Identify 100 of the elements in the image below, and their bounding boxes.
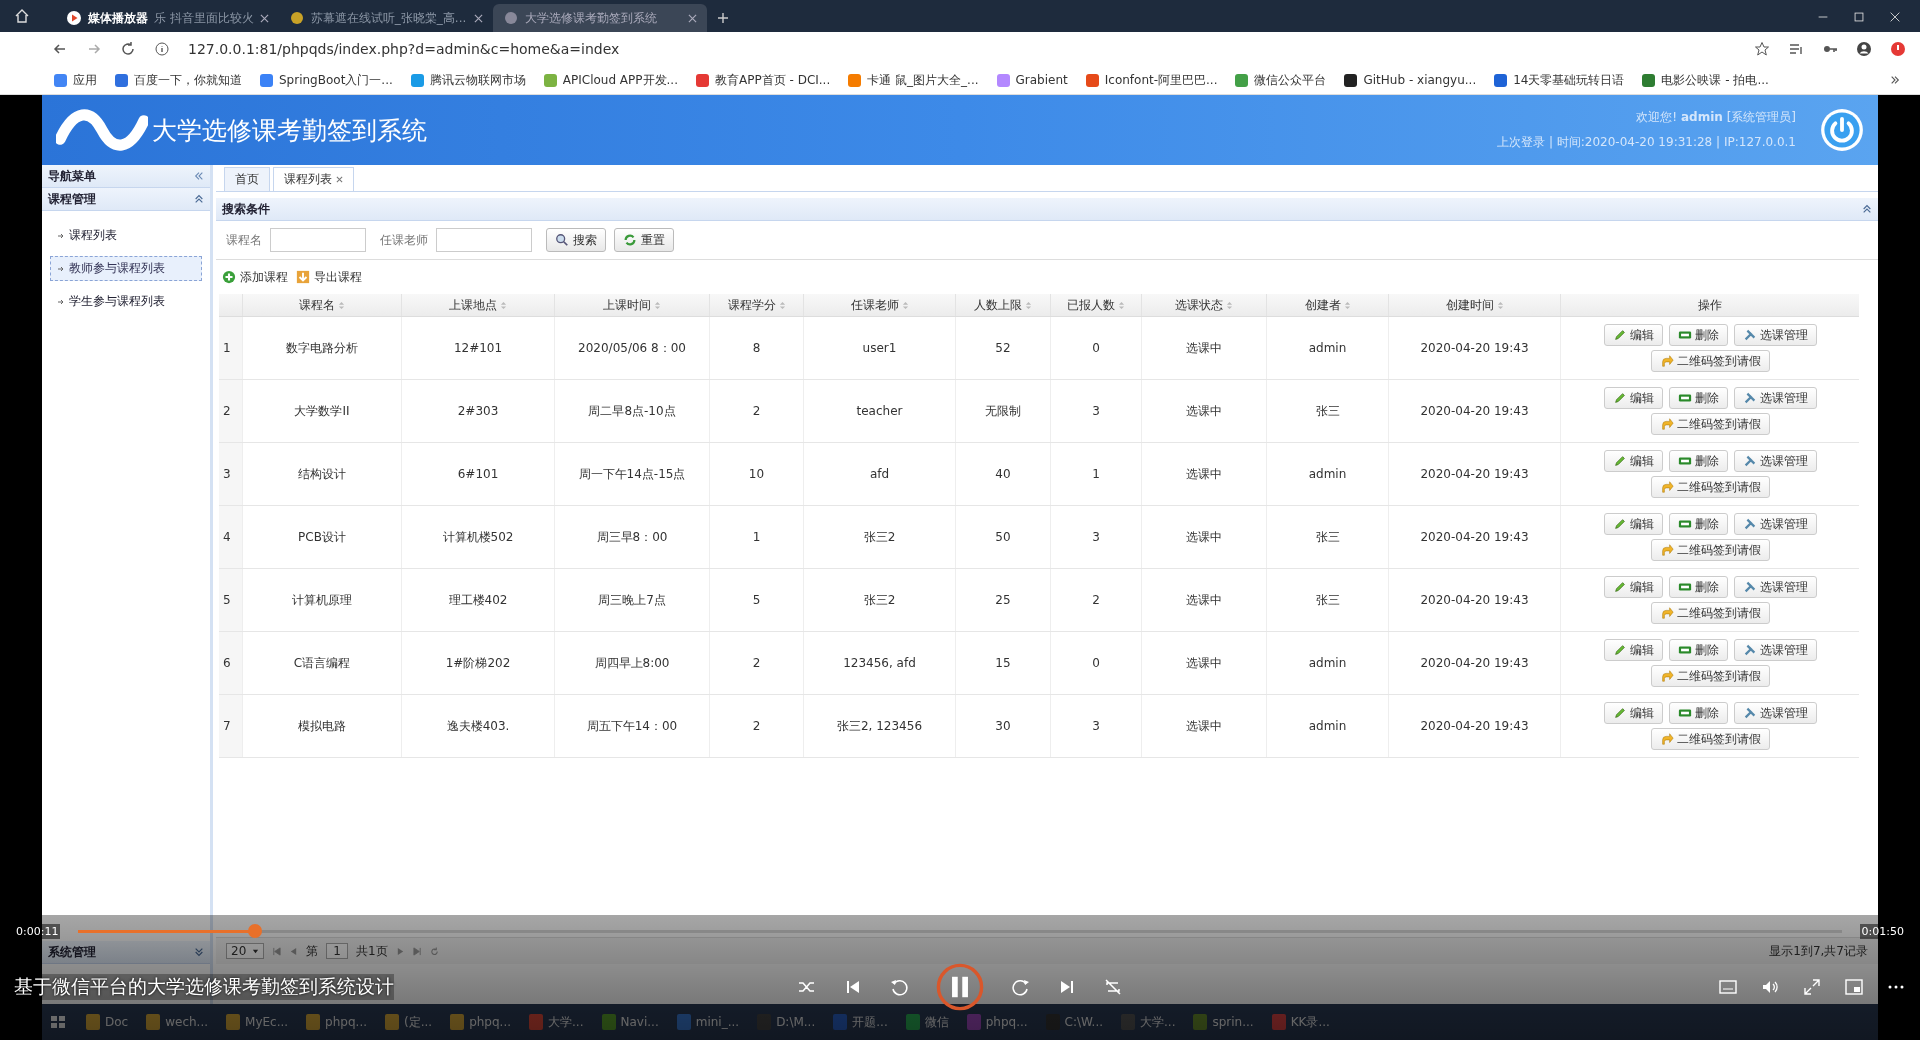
menu-item[interactable]: 课程列表: [50, 223, 202, 248]
column-header[interactable]: 上课地点: [401, 294, 554, 316]
prev-page-icon[interactable]: [289, 946, 299, 956]
mini-player-icon[interactable]: [1844, 976, 1864, 997]
column-header[interactable]: 选课状态: [1141, 294, 1266, 316]
repeat-off-icon[interactable]: [1103, 976, 1123, 997]
edit-button[interactable]: 编辑: [1603, 513, 1663, 535]
collapse-icon[interactable]: [194, 171, 204, 181]
expand-icon[interactable]: [194, 947, 204, 957]
delete-button[interactable]: 删除: [1668, 576, 1728, 598]
bookmark[interactable]: 教育APP首页 - DCI...: [696, 71, 831, 89]
last-page-icon[interactable]: [412, 946, 422, 956]
menu-group-header[interactable]: 系统管理: [42, 941, 210, 964]
more-icon[interactable]: [1890, 75, 1900, 85]
page-input[interactable]: 1: [326, 943, 348, 959]
collapse-icon[interactable]: [194, 194, 204, 204]
browser-tab[interactable]: 大学选修课考勤签到系统: [492, 4, 707, 32]
reload-icon[interactable]: [120, 41, 136, 57]
column-header[interactable]: 任课老师: [803, 294, 955, 316]
qr-signin-button[interactable]: 二维码签到请假: [1650, 476, 1770, 498]
fullscreen-icon[interactable]: [1802, 976, 1822, 997]
bookmark[interactable]: Iconfont-阿里巴巴...: [1085, 71, 1218, 89]
power-icon[interactable]: [1820, 108, 1864, 152]
manage-button[interactable]: 选课管理: [1733, 702, 1817, 724]
maximize-icon[interactable]: [1852, 10, 1866, 24]
bookmark[interactable]: Grabient: [996, 73, 1068, 87]
qr-signin-button[interactable]: 二维码签到请假: [1650, 413, 1770, 435]
pause-icon[interactable]: [935, 961, 985, 1012]
bookmark[interactable]: 电影公映课 - 拍电...: [1642, 71, 1769, 89]
column-header[interactable]: 已报人数: [1050, 294, 1141, 316]
bookmark[interactable]: 14天零基础玩转日语: [1494, 71, 1625, 89]
manage-button[interactable]: 选课管理: [1733, 450, 1817, 472]
edit-button[interactable]: 编辑: [1603, 702, 1663, 724]
bookmark[interactable]: 腾讯云物联网市场: [410, 71, 526, 89]
input-field[interactable]: [436, 228, 532, 252]
new-tab-icon[interactable]: [716, 12, 729, 24]
edit-button[interactable]: 编辑: [1603, 387, 1663, 409]
bookmark[interactable]: 百度一下，你就知道: [115, 71, 242, 89]
qr-signin-button[interactable]: 二维码签到请假: [1650, 602, 1770, 624]
page-size-select[interactable]: 20: [226, 943, 265, 959]
menu-item[interactable]: 教师参与课程列表: [50, 256, 202, 281]
reset-button[interactable]: 重置: [614, 228, 674, 252]
qr-signin-button[interactable]: 二维码签到请假: [1650, 350, 1770, 372]
input-field[interactable]: [270, 228, 366, 252]
search-button[interactable]: 搜索: [546, 228, 606, 252]
delete-button[interactable]: 删除: [1668, 324, 1728, 346]
delete-button[interactable]: 删除: [1668, 387, 1728, 409]
tab[interactable]: 课程列表: [273, 167, 354, 191]
column-header[interactable]: 上课时间: [554, 294, 709, 316]
manage-button[interactable]: 选课管理: [1733, 513, 1817, 535]
delete-button[interactable]: 删除: [1668, 702, 1728, 724]
bookmark[interactable]: GitHub - xiangyu...: [1344, 73, 1477, 87]
delete-button[interactable]: 删除: [1668, 450, 1728, 472]
close-icon[interactable]: [1888, 10, 1902, 24]
column-header[interactable]: 创建时间: [1388, 294, 1560, 316]
menu-group-header[interactable]: 课程管理: [42, 188, 210, 211]
manage-button[interactable]: 选课管理: [1733, 387, 1817, 409]
column-header[interactable]: 课程名: [242, 294, 401, 316]
close-icon[interactable]: [259, 13, 269, 23]
browser-tab[interactable]: 苏幕遮在线试听_张晓棠_高...: [278, 4, 493, 32]
delete-button[interactable]: 删除: [1668, 513, 1728, 535]
close-icon[interactable]: [336, 176, 343, 183]
extension-icon[interactable]: [1890, 41, 1906, 57]
video-title: 基于微信平台的大学选修课考勤签到系统设计: [14, 973, 394, 1000]
bookmark[interactable]: 微信公众平台: [1235, 71, 1327, 89]
tab[interactable]: 首页: [224, 167, 270, 191]
star-icon[interactable]: [1754, 41, 1770, 57]
next-page-icon[interactable]: [395, 946, 405, 956]
refresh-icon[interactable]: [429, 946, 439, 956]
column-header[interactable]: 人数上限: [955, 294, 1050, 316]
column-header[interactable]: 课程学分: [709, 294, 803, 316]
playlist-icon[interactable]: [1788, 41, 1804, 57]
avatar-icon[interactable]: [1856, 41, 1872, 57]
menu-item[interactable]: 学生参与课程列表: [50, 289, 202, 314]
manage-button[interactable]: 选课管理: [1733, 639, 1817, 661]
first-page-icon[interactable]: [272, 946, 282, 956]
qr-signin-button[interactable]: 二维码签到请假: [1650, 539, 1770, 561]
bookmark[interactable]: SpringBoot入门一...: [260, 71, 393, 89]
qr-signin-button[interactable]: 二维码签到请假: [1650, 728, 1770, 750]
bookmark-icon: [1642, 73, 1656, 87]
close-icon[interactable]: [473, 13, 483, 23]
manage-button[interactable]: 选课管理: [1733, 324, 1817, 346]
close-icon[interactable]: [687, 13, 697, 23]
bookmark[interactable]: APICloud APP开发...: [543, 71, 678, 89]
edit-button[interactable]: 编辑: [1603, 450, 1663, 472]
browser-tab[interactable]: 媒体播放器 乐 抖音里面比较火: [56, 4, 279, 32]
qr-signin-button[interactable]: 二维码签到请假: [1650, 665, 1770, 687]
edit-button[interactable]: 编辑: [1603, 639, 1663, 661]
bookmark[interactable]: 卡通 鼠_图片大全_...: [848, 71, 979, 89]
export-button[interactable]: 导出课程: [296, 268, 362, 286]
column-header[interactable]: 创建者: [1266, 294, 1388, 316]
collapse-icon[interactable]: [1862, 204, 1872, 214]
add-button[interactable]: 添加课程: [222, 268, 288, 286]
delete-button[interactable]: 删除: [1668, 639, 1728, 661]
edit-button[interactable]: 编辑: [1603, 576, 1663, 598]
bookmark[interactable]: 应用: [54, 71, 97, 89]
manage-button[interactable]: 选课管理: [1733, 576, 1817, 598]
edit-button[interactable]: 编辑: [1603, 324, 1663, 346]
home-icon[interactable]: [14, 8, 30, 24]
windows-logo-icon[interactable]: [50, 1014, 66, 1030]
